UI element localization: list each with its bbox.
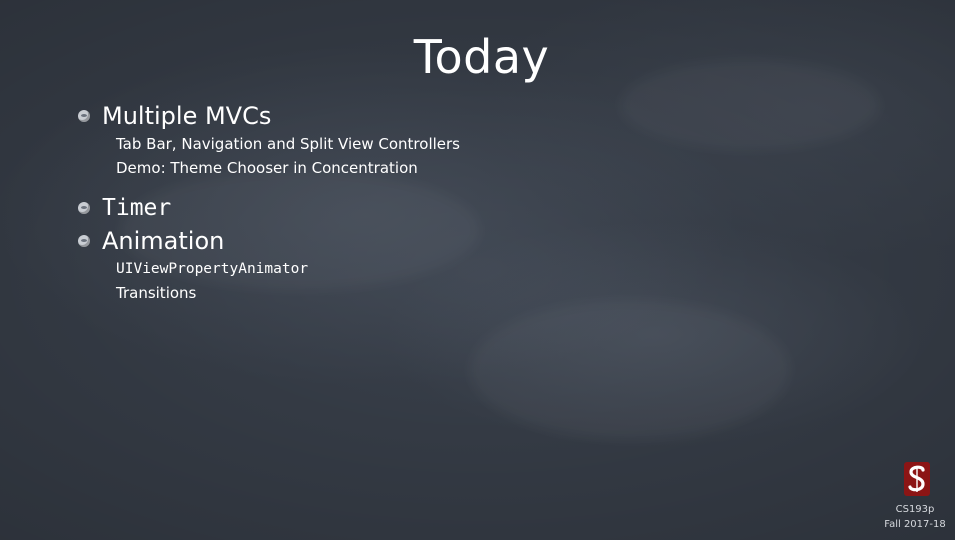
bullet-icon — [78, 202, 90, 214]
bullet-item: Multiple MVCs Tab Bar, Navigation and Sp… — [78, 100, 858, 180]
course-code: CS193p — [895, 504, 935, 515]
slide-title: Today — [413, 30, 550, 84]
bullet-list: Multiple MVCs Tab Bar, Navigation and Sp… — [78, 100, 858, 305]
bullet-label: Multiple MVCs — [102, 102, 272, 130]
bullet-item: Timer — [78, 192, 858, 224]
bullet-subitem: Demo: Theme Chooser in Concentration — [116, 159, 418, 177]
course-footer: CS193p Fall 2017-18 — [880, 502, 950, 532]
chalk-smudge — [470, 300, 790, 440]
course-term: Fall 2017-18 — [884, 519, 946, 530]
window-edge — [955, 0, 963, 540]
bullet-icon — [78, 235, 90, 247]
bullet-icon — [78, 110, 90, 122]
stanford-logo-icon — [904, 462, 930, 496]
bullet-item: Animation UIViewPropertyAnimator Transit… — [78, 225, 858, 305]
bullet-label: Timer — [102, 195, 172, 221]
bullet-subitem: Tab Bar, Navigation and Split View Contr… — [116, 135, 460, 153]
bullet-subitem: Transitions — [116, 284, 197, 302]
bullet-label: Animation — [102, 227, 225, 255]
bullet-subitem: UIViewPropertyAnimator — [116, 261, 309, 277]
